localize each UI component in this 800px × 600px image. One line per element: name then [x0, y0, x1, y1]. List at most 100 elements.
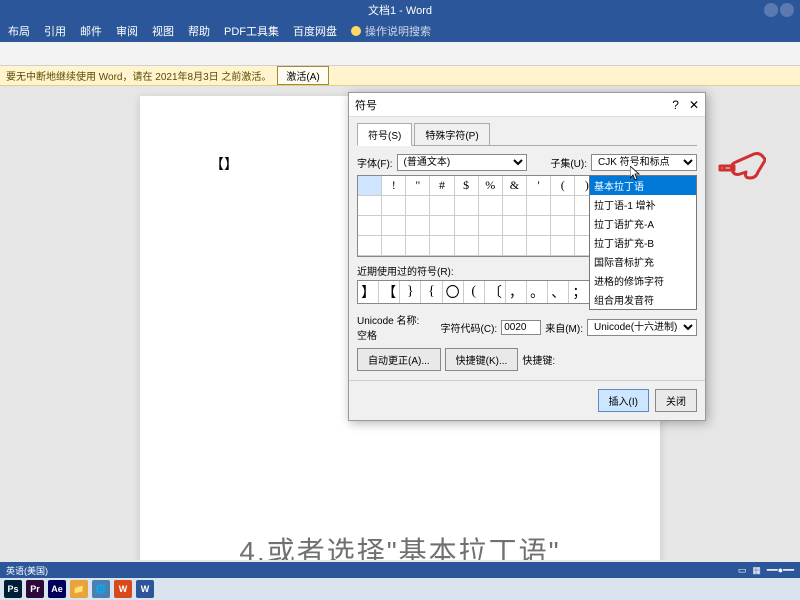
dropdown-item[interactable]: 拉丁语扩充-A [590, 214, 696, 233]
symbol-cell[interactable] [551, 196, 575, 216]
recent-symbol[interactable]: ， [506, 281, 527, 303]
dropdown-item[interactable]: 拉丁语-1 增补 [590, 195, 696, 214]
recent-symbol[interactable]: ( [464, 281, 485, 303]
symbol-cell[interactable]: $ [455, 176, 479, 196]
symbol-cell[interactable] [406, 216, 430, 236]
char-code-input[interactable] [501, 320, 541, 335]
bulb-icon [351, 26, 361, 36]
tab-layout[interactable]: 布局 [8, 23, 30, 39]
symbol-cell[interactable] [503, 236, 527, 256]
symbol-dialog: 符号 ? ✕ 符号(S) 特殊字符(P) 字体(F): (普通文本) 子集(U)… [348, 92, 706, 421]
symbol-cell[interactable]: # [430, 176, 454, 196]
dropdown-item[interactable]: 基本拉丁语 [590, 176, 696, 195]
help-icon[interactable]: ? [672, 98, 679, 112]
autocorrect-button[interactable]: 自动更正(A)... [357, 348, 441, 371]
tab-pdf[interactable]: PDF工具集 [224, 23, 279, 39]
from-select[interactable]: Unicode(十六进制) [587, 319, 697, 336]
taskbar-app-icon[interactable]: W [136, 580, 154, 598]
taskbar-app-icon[interactable]: 🌐 [92, 580, 110, 598]
close-icon[interactable]: ✕ [689, 98, 699, 112]
recent-symbol[interactable]: 】 [358, 281, 379, 303]
tell-me-search[interactable]: 操作说明搜索 [351, 23, 431, 39]
tab-baidu[interactable]: 百度网盘 [293, 23, 337, 39]
symbol-cell[interactable] [430, 236, 454, 256]
zoom-slider[interactable]: ━━●━━ [767, 565, 794, 576]
symbol-cell[interactable] [503, 196, 527, 216]
tab-help[interactable]: 帮助 [188, 23, 210, 39]
symbol-cell[interactable] [527, 196, 551, 216]
mouse-cursor-icon [630, 166, 642, 182]
recent-symbol[interactable]: 【 [379, 281, 400, 303]
symbol-cell[interactable] [382, 236, 406, 256]
symbol-cell[interactable] [430, 196, 454, 216]
symbol-cell[interactable] [551, 236, 575, 256]
char-code-label: 字符代码(C): [441, 320, 498, 335]
recent-symbol[interactable]: 、 [548, 281, 569, 303]
dropdown-item[interactable]: 进格的修饰字符 [590, 271, 696, 290]
insert-button[interactable]: 插入(I) [598, 389, 649, 412]
subset-dropdown: 基本拉丁语拉丁语-1 增补拉丁语扩充-A拉丁语扩充-B国际音标扩充进格的修饰字符… [589, 175, 697, 310]
close-button[interactable]: 关闭 [655, 389, 697, 412]
symbol-cell[interactable] [358, 236, 382, 256]
shortcut-label: 快捷键: [522, 352, 555, 367]
subset-label: 子集(U): [550, 155, 587, 170]
unicode-name-value: 空格 [357, 327, 419, 342]
symbol-cell[interactable] [358, 216, 382, 236]
symbol-cell[interactable] [358, 176, 382, 196]
account-area[interactable] [764, 3, 794, 17]
symbol-cell[interactable] [527, 216, 551, 236]
document-text: 【】 [210, 154, 238, 174]
view-icon[interactable]: ▦ [752, 565, 761, 576]
activate-button[interactable]: 激活(A) [277, 66, 328, 85]
symbol-cell[interactable] [455, 236, 479, 256]
tab-mail[interactable]: 邮件 [80, 23, 102, 39]
taskbar-app-icon[interactable]: Ae [48, 580, 66, 598]
subset-select[interactable]: CJK 符号和标点 [591, 154, 697, 171]
symbol-cell[interactable]: & [503, 176, 527, 196]
dropdown-item[interactable]: 国际音标扩充 [590, 252, 696, 271]
taskbar-app-icon[interactable]: Ps [4, 580, 22, 598]
symbol-cell[interactable] [406, 196, 430, 216]
language-status[interactable]: 英语(美国) [6, 564, 48, 577]
dropdown-item[interactable]: 拉丁语扩充-B [590, 233, 696, 252]
view-icon[interactable]: ▭ [738, 565, 747, 576]
symbol-cell[interactable] [551, 216, 575, 236]
symbol-cell[interactable] [455, 196, 479, 216]
recent-symbol[interactable]: 〔 [485, 281, 506, 303]
symbol-cell[interactable] [430, 216, 454, 236]
recent-symbol[interactable]: 〇 [443, 281, 464, 303]
symbol-cell[interactable] [406, 236, 430, 256]
activation-bar: 要无中断地继续使用 Word，请在 2021年8月3日 之前激活。 激活(A) [0, 66, 800, 86]
symbol-cell[interactable] [527, 236, 551, 256]
taskbar-app-icon[interactable]: W [114, 580, 132, 598]
symbol-cell[interactable]: ' [527, 176, 551, 196]
tab-view[interactable]: 视图 [152, 23, 174, 39]
symbol-cell[interactable] [382, 196, 406, 216]
symbol-cell[interactable] [479, 236, 503, 256]
tab-references[interactable]: 引用 [44, 23, 66, 39]
dropdown-item[interactable]: 组合用发音符 [590, 290, 696, 309]
recent-symbol[interactable]: } [400, 281, 421, 303]
symbol-cell[interactable]: ! [382, 176, 406, 196]
symbol-cell[interactable]: ( [551, 176, 575, 196]
recent-symbol[interactable]: ； [569, 281, 590, 303]
view-controls[interactable]: ▭ ▦ ━━●━━ [738, 565, 794, 576]
symbol-cell[interactable]: " [406, 176, 430, 196]
recent-symbol[interactable]: 。 [527, 281, 548, 303]
taskbar-app-icon[interactable]: 📁 [70, 580, 88, 598]
symbol-cell[interactable] [479, 216, 503, 236]
dialog-tabs: 符号(S) 特殊字符(P) [349, 117, 705, 146]
tab-review[interactable]: 审阅 [116, 23, 138, 39]
tab-special-chars[interactable]: 特殊字符(P) [414, 123, 489, 146]
symbol-cell[interactable] [455, 216, 479, 236]
font-select[interactable]: (普通文本) [397, 154, 527, 171]
symbol-cell[interactable]: % [479, 176, 503, 196]
recent-symbol[interactable]: { [421, 281, 442, 303]
symbol-cell[interactable] [382, 216, 406, 236]
symbol-cell[interactable] [358, 196, 382, 216]
shortcut-button[interactable]: 快捷键(K)... [445, 348, 519, 371]
taskbar-app-icon[interactable]: Pr [26, 580, 44, 598]
symbol-cell[interactable] [503, 216, 527, 236]
symbol-cell[interactable] [479, 196, 503, 216]
tab-symbols[interactable]: 符号(S) [357, 123, 412, 146]
